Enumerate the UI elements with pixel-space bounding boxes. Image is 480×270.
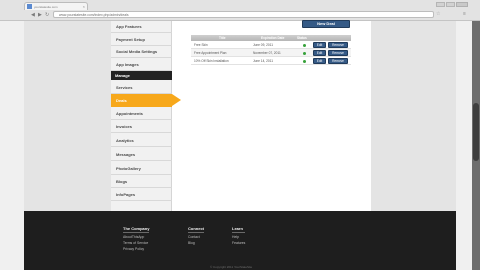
edit-button[interactable]: Edit [313, 50, 326, 56]
sidebar-item-label: Messages [116, 152, 136, 157]
edit-button[interactable]: Edit [313, 58, 326, 64]
footer-link[interactable]: Privacy Policy [123, 247, 149, 251]
sidebar-item-label: Invoices [116, 124, 133, 129]
sidebar-item-label: App Features [116, 24, 142, 29]
sidebar-item-label: Services [116, 85, 133, 90]
sidebar-item-label: InfoPages [116, 192, 136, 197]
tab-close-icon[interactable]: × [83, 4, 85, 9]
column-header-title: Title [219, 36, 226, 40]
deal-title: Free Appointment Plan [194, 51, 227, 55]
sidebar-item-photogallery[interactable]: PhotoGallery [111, 162, 172, 175]
remove-button[interactable]: Remove [328, 50, 348, 56]
sidebar-item-label: Blogs [116, 179, 128, 184]
back-arrow-icon[interactable]: ◀ [31, 12, 35, 18]
sidebar-item-social-media[interactable]: Social Media Settings [111, 45, 172, 58]
sidebar-item-infopages[interactable]: InfoPages [111, 188, 172, 201]
footer-link[interactable]: Blog [188, 241, 204, 245]
status-active-icon [303, 52, 306, 55]
wrench-icon[interactable]: ≡ [463, 11, 466, 17]
remove-button[interactable]: Remove [328, 58, 348, 64]
tab-title: yourstatesite.com [34, 5, 58, 9]
sidebar-item-services[interactable]: Services [111, 81, 172, 94]
sidebar-item-blogs[interactable]: Blogs [111, 175, 172, 188]
admin-sidebar: App Features Payment Setup Social Media … [111, 21, 172, 211]
add-deal-button[interactable]: New Deal [302, 20, 350, 28]
active-item-arrow-icon [172, 94, 181, 106]
copyright-text: © Copyright 2011 YourStateSite [210, 265, 253, 269]
sidebar-item-app-images[interactable]: App Images [111, 58, 172, 71]
sidebar-item-appointments[interactable]: Appointments [111, 107, 172, 120]
scrollbar-thumb[interactable] [473, 103, 479, 161]
table-row: Free Appointment Plan November 07, 2011 … [191, 49, 351, 57]
sidebar-item-label: Appointments [116, 111, 143, 116]
manage-header-label: Manage [115, 73, 130, 78]
footer-column-learn: Learn Help Features [232, 226, 246, 245]
favicon-icon [27, 4, 32, 9]
deal-expiration: November 07, 2011 [253, 51, 281, 55]
page-scrollbar[interactable] [472, 21, 480, 270]
sidebar-item-analytics[interactable]: Analytics [111, 134, 172, 147]
deal-title: 10% Off Skin Installation [194, 59, 229, 63]
address-bar[interactable]: www.yourstatesite.com/index.php/admin/de… [53, 11, 434, 18]
right-margin [456, 21, 472, 270]
window-minimize-button[interactable] [436, 2, 445, 7]
address-text: www.yourstatesite.com/index.php/admin/de… [59, 13, 129, 17]
footer-link[interactable]: Help [232, 235, 245, 239]
bookmark-star-icon[interactable]: ☆ [436, 11, 440, 17]
status-active-icon [303, 60, 306, 63]
reload-icon[interactable]: ↻ [45, 12, 49, 18]
remove-button[interactable]: Remove [328, 42, 348, 48]
window-maximize-button[interactable] [446, 2, 455, 7]
deal-expiration: June 09, 2011 [253, 43, 273, 47]
status-active-icon [303, 44, 306, 47]
footer-link[interactable]: Contact [188, 235, 204, 239]
table-row: 10% Off Skin Installation June 14, 2011 … [191, 57, 351, 65]
deals-table: Title Expiration Date Status Free Skin J… [191, 35, 351, 65]
sidebar-item-deals[interactable]: Deals [111, 94, 172, 107]
browser-tab[interactable]: yourstatesite.com × [24, 2, 88, 10]
window-close-button[interactable] [456, 2, 468, 7]
forward-arrow-icon[interactable]: ▶ [38, 12, 42, 18]
table-row: Free Skin June 09, 2011 Edit Remove [191, 41, 351, 49]
column-header-expiration: Expiration Date [261, 36, 285, 40]
sidebar-item-messages[interactable]: Messages [111, 148, 172, 161]
sidebar-item-label: Social Media Settings [116, 49, 158, 54]
sidebar-item-label: Deals [116, 98, 127, 103]
sidebar-item-app-features[interactable]: App Features [111, 20, 172, 33]
footer-column-connect: Connect Contact Blog [188, 226, 204, 245]
deal-expiration: June 14, 2011 [253, 59, 273, 63]
footer-heading: Learn [232, 226, 246, 233]
sidebar-item-invoices[interactable]: Invoices [111, 120, 172, 133]
footer-link[interactable]: Features [232, 241, 245, 245]
column-header-status: Status [297, 36, 307, 40]
edit-button[interactable]: Edit [313, 42, 326, 48]
footer-link[interactable]: AboutThisApp [123, 235, 149, 239]
footer-heading: The Company [123, 226, 150, 233]
sidebar-item-label: Payment Setup [116, 37, 145, 42]
sidebar-item-label: PhotoGallery [116, 166, 141, 171]
manage-section-header: Manage [111, 71, 172, 80]
footer-column-company: The Company AboutThisApp Terms of Servic… [123, 226, 150, 251]
footer-heading: Connect [188, 226, 204, 233]
sidebar-item-label: Analytics [116, 138, 134, 143]
deal-title: Free Skin [194, 43, 208, 47]
sidebar-item-label: App Images [116, 62, 139, 67]
left-margin [0, 21, 24, 270]
browser-toolbar: yourstatesite.com × ◀ ▶ ↻ www.yourstates… [0, 0, 480, 21]
footer-link[interactable]: Terms of Service [123, 241, 149, 245]
